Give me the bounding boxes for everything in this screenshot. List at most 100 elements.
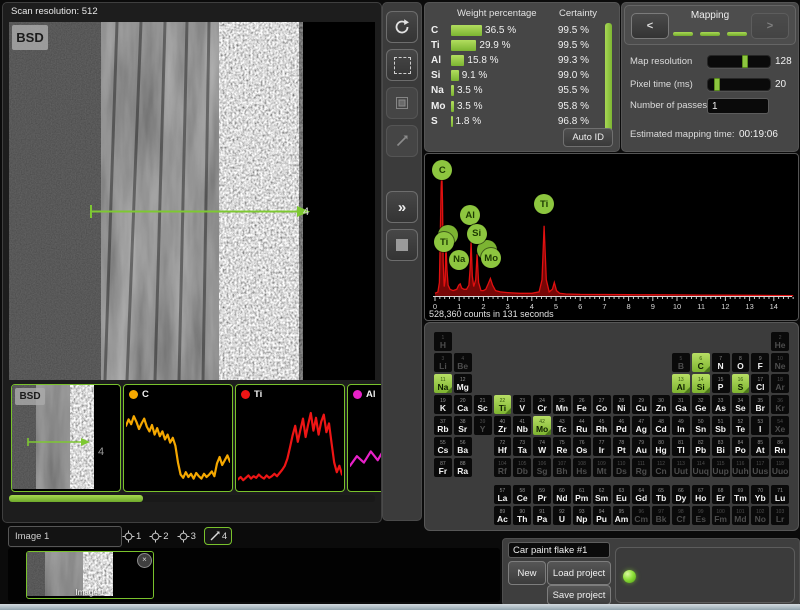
element-cu[interactable]: 29Cu xyxy=(632,395,650,414)
element-mg[interactable]: 12Mg xyxy=(454,374,472,393)
element-na[interactable]: 11Na xyxy=(434,374,452,393)
element-hg[interactable]: 80Hg xyxy=(652,437,670,456)
image-1-thumbnail[interactable]: Image 1 × xyxy=(26,551,154,599)
element-fr[interactable]: 87Fr xyxy=(434,458,452,477)
sem-image-viewport[interactable]: BSD 4 xyxy=(9,22,375,380)
element-ca[interactable]: 20Ca xyxy=(454,395,472,414)
element-mn[interactable]: 25Mn xyxy=(553,395,571,414)
element-fe[interactable]: 26Fe xyxy=(573,395,591,414)
element-s[interactable]: 16S xyxy=(732,374,750,393)
element-ir[interactable]: 77Ir xyxy=(593,437,611,456)
element-rh[interactable]: 45Rh xyxy=(593,416,611,435)
thumb-profile-ti[interactable]: Ti xyxy=(235,384,345,492)
element-c[interactable]: 6C xyxy=(692,353,710,372)
region-select-button[interactable] xyxy=(386,49,418,81)
element-ga[interactable]: 31Ga xyxy=(672,395,690,414)
element-cl[interactable]: 17Cl xyxy=(751,374,769,393)
thumb-profile-c[interactable]: C xyxy=(123,384,233,492)
element-nd[interactable]: 60Nd xyxy=(553,485,571,504)
element-sn[interactable]: 50Sn xyxy=(692,416,710,435)
element-v[interactable]: 23V xyxy=(513,395,531,414)
element-mo[interactable]: 42Mo xyxy=(533,416,551,435)
element-ag[interactable]: 47Ag xyxy=(632,416,650,435)
element-sr[interactable]: 38Sr xyxy=(454,416,472,435)
marker-3[interactable]: 3 xyxy=(177,530,196,543)
element-ru[interactable]: 44Ru xyxy=(573,416,591,435)
element-tc[interactable]: 43Tc xyxy=(553,416,571,435)
element-w[interactable]: 74W xyxy=(533,437,551,456)
element-cs[interactable]: 55Cs xyxy=(434,437,452,456)
element-ni[interactable]: 28Ni xyxy=(613,395,631,414)
element-au[interactable]: 79Au xyxy=(632,437,650,456)
element-u[interactable]: 92U xyxy=(553,506,571,525)
element-f[interactable]: 9F xyxy=(751,353,769,372)
element-pr[interactable]: 59Pr xyxy=(533,485,551,504)
map-resolution-slider-thumb[interactable] xyxy=(742,55,748,68)
element-os[interactable]: 76Os xyxy=(573,437,591,456)
element-te[interactable]: 52Te xyxy=(732,416,750,435)
element-yb[interactable]: 70Yb xyxy=(751,485,769,504)
element-pt[interactable]: 78Pt xyxy=(613,437,631,456)
element-as[interactable]: 33As xyxy=(712,395,730,414)
element-re[interactable]: 75Re xyxy=(553,437,571,456)
element-si[interactable]: 14Si xyxy=(692,374,710,393)
save-project-button[interactable]: Save project xyxy=(547,585,611,605)
element-po[interactable]: 84Po xyxy=(732,437,750,456)
thumb-bsd[interactable]: 4 BSD xyxy=(11,384,121,492)
refresh-button[interactable] xyxy=(386,11,418,43)
element-er[interactable]: 68Er xyxy=(712,485,730,504)
new-button[interactable]: New xyxy=(508,561,546,585)
element-k[interactable]: 19K xyxy=(434,395,452,414)
pixel-time-slider[interactable] xyxy=(707,78,771,91)
thumb-scrollbar-thumb[interactable] xyxy=(9,495,143,502)
element-pd[interactable]: 46Pd xyxy=(613,416,631,435)
element-lu[interactable]: 71Lu xyxy=(771,485,789,504)
element-cd[interactable]: 48Cd xyxy=(652,416,670,435)
element-cr[interactable]: 24Cr xyxy=(533,395,551,414)
element-rn[interactable]: 86Rn xyxy=(771,437,789,456)
element-sm[interactable]: 62Sm xyxy=(593,485,611,504)
element-pm[interactable]: 61Pm xyxy=(573,485,591,504)
element-pa[interactable]: 91Pa xyxy=(533,506,551,525)
element-ra[interactable]: 88Ra xyxy=(454,458,472,477)
element-bi[interactable]: 83Bi xyxy=(712,437,730,456)
marker-2[interactable]: 2 xyxy=(149,530,168,543)
element-am[interactable]: 95Am xyxy=(613,506,631,525)
element-al[interactable]: 13Al xyxy=(672,374,690,393)
element-br[interactable]: 35Br xyxy=(751,395,769,414)
element-la[interactable]: 57La xyxy=(494,485,512,504)
marker-4-line-scan[interactable]: 4 xyxy=(204,527,232,545)
load-project-button[interactable]: Load project xyxy=(547,561,611,585)
element-dy[interactable]: 66Dy xyxy=(672,485,690,504)
element-tb[interactable]: 65Tb xyxy=(652,485,670,504)
element-co[interactable]: 27Co xyxy=(593,395,611,414)
element-i[interactable]: 53I xyxy=(751,416,769,435)
element-n[interactable]: 7N xyxy=(712,353,730,372)
element-pu[interactable]: 94Pu xyxy=(593,506,611,525)
image-tab-name[interactable]: Image 1 xyxy=(8,526,122,547)
element-in[interactable]: 49In xyxy=(672,416,690,435)
element-eu[interactable]: 63Eu xyxy=(613,485,631,504)
stop-button[interactable] xyxy=(386,229,418,261)
thumb-scrollbar-track[interactable] xyxy=(9,495,375,502)
element-at[interactable]: 85At xyxy=(751,437,769,456)
expand-button[interactable]: » xyxy=(386,191,418,223)
element-th[interactable]: 90Th xyxy=(513,506,531,525)
map-resolution-slider[interactable] xyxy=(707,55,771,68)
element-o[interactable]: 8O xyxy=(732,353,750,372)
element-zn[interactable]: 30Zn xyxy=(652,395,670,414)
spectrum-panel[interactable]: 01234567891011121314 CTiNaAlSiMoTi 528,3… xyxy=(424,153,799,321)
element-se[interactable]: 34Se xyxy=(732,395,750,414)
window-bottom-edge[interactable] xyxy=(0,604,800,610)
element-ho[interactable]: 67Ho xyxy=(692,485,710,504)
auto-id-button[interactable]: Auto ID xyxy=(563,128,613,147)
project-name-input[interactable] xyxy=(508,542,610,558)
element-ta[interactable]: 73Ta xyxy=(513,437,531,456)
element-tm[interactable]: 69Tm xyxy=(732,485,750,504)
element-ce[interactable]: 58Ce xyxy=(513,485,531,504)
marker-1[interactable]: 1 xyxy=(122,530,141,543)
element-sb[interactable]: 51Sb xyxy=(712,416,730,435)
element-p[interactable]: 15P xyxy=(712,374,730,393)
element-ba[interactable]: 56Ba xyxy=(454,437,472,456)
element-rb[interactable]: 37Rb xyxy=(434,416,452,435)
